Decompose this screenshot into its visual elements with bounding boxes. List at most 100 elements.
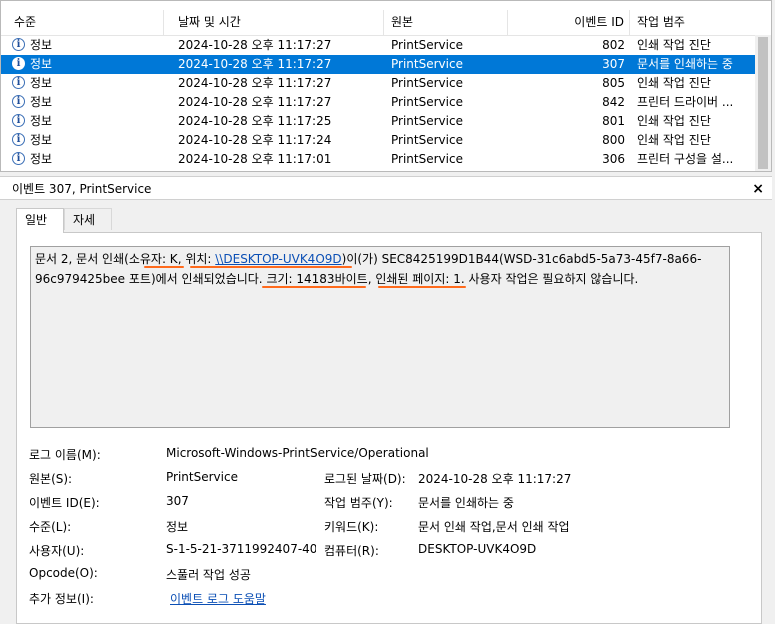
source-value[interactable]: PrintService [166,470,316,484]
cell-task-category: 인쇄 작업 진단 [637,76,711,90]
message-line-1: 문서 2, 문서 인쇄(소유자: K, 위치: \\DESKTOP-UVK4O9… [35,249,701,269]
user-label: 사용자(U): [29,544,85,558]
event-row[interactable]: i 정보 2024-10-28 오후 11:17:25 PrintService 801… [1,112,755,131]
event-detail-title: 이벤트 307, PrintService [12,182,152,196]
cell-source: PrintService [391,133,463,147]
message-location-label: 위치: [185,252,216,266]
cell-task-category: 인쇄 작업 진단 [637,38,711,52]
cell-date: 2024-10-28 오후 11:17:25 [178,114,332,128]
opcode-value[interactable]: 스풀러 작업 성공 [166,566,466,583]
tab-details[interactable]: 자세히 [64,208,112,249]
cell-source: PrintService [391,152,463,166]
annotation-underline-owner [144,266,184,268]
task-category-label: 작업 범주(Y): [324,496,393,510]
cell-level: 정보 [30,38,53,52]
event-message-box[interactable]: 문서 2, 문서 인쇄(소유자: K, 위치: \\DESKTOP-UVK4O9… [30,246,730,428]
info-icon: i [12,38,25,51]
event-row[interactable]: i 정보 2024-10-28 오후 11:17:27 PrintService 307… [1,55,755,74]
cell-event-id: 801 [602,114,625,128]
cell-task-category: 인쇄 작업 진단 [637,133,711,147]
info-icon: i [12,95,25,108]
info-icon: i [12,57,25,70]
message-text: . 사용자 작업은 필요하지 않습니다. [460,272,639,286]
column-header-date[interactable]: 날짜 및 시간 [164,10,384,35]
message-text: )이(가) SEC8425199D1B44(WSD-31c6abd5-5a73-… [341,252,702,266]
list-scrollbar[interactable] [755,35,771,171]
cell-task-category: 프린터 드라이버 ... [637,95,734,109]
annotation-underline-pages [378,286,466,288]
cell-event-id: 802 [602,38,625,52]
cell-event-id: 800 [602,133,625,147]
annotation-underline-size [262,286,366,288]
opcode-label: Opcode(O): [29,566,98,580]
cell-date: 2024-10-28 오후 11:17:24 [178,133,332,147]
cell-source: PrintService [391,95,463,109]
event-row[interactable]: i 정보 2024-10-28 오후 11:17:27 PrintService 805… [1,74,755,93]
user-value[interactable]: S-1-5-21-3711992407-405 [166,542,316,556]
cell-task-category: 프린터 구성을 설... [637,152,734,166]
computer-label: 컴퓨터(R): [324,544,379,558]
log-name-value[interactable]: Microsoft-Windows-PrintService/Operation… [166,446,726,460]
cell-task-category: 문서를 인쇄하는 중 [637,57,733,71]
cell-task-category: 인쇄 작업 진단 [637,114,711,128]
tab-general[interactable]: 일반 [16,208,64,233]
column-header-event-id[interactable]: 이벤트 ID [508,10,630,35]
message-text: 문서 2, 문서 인쇄( [35,252,129,266]
cell-source: PrintService [391,76,463,90]
cell-event-id: 307 [602,57,625,71]
log-name-label: 로그 이름(M): [29,448,101,462]
help-link-text[interactable]: 이벤트 로그 도움말 [170,592,266,606]
keywords-label: 키워드(K): [324,520,379,534]
event-row[interactable]: i 정보 2024-10-28 오후 11:17:27 PrintService 802… [1,36,755,55]
message-location-link[interactable]: \\DESKTOP-UVK4O9D [215,252,341,266]
event-detail-header: 이벤트 307, PrintService × [0,176,772,200]
event-row[interactable]: i 정보 2024-10-28 오후 11:17:01 PrintService 306… [1,150,755,169]
close-icon[interactable]: × [752,177,764,201]
cell-level: 정보 [30,133,53,147]
level-value[interactable]: 정보 [166,518,316,535]
cell-date: 2024-10-28 오후 11:17:01 [178,152,332,166]
column-header-task-category[interactable]: 작업 범주 [630,10,771,35]
cell-event-id: 842 [602,95,625,109]
cell-level: 정보 [30,114,53,128]
cell-event-id: 306 [602,152,625,166]
message-pages: 인쇄된 페이지: 1 [375,272,461,286]
column-header-level[interactable]: 수준 [1,10,164,35]
cell-date: 2024-10-28 오후 11:17:27 [178,76,332,90]
level-label: 수준(L): [29,520,72,534]
cell-level: 정보 [30,152,53,166]
event-id-value[interactable]: 307 [166,494,316,508]
info-icon: i [12,133,25,146]
info-icon: i [12,114,25,127]
event-log-help-link[interactable]: 이벤트 로그 도움말 [170,590,470,607]
cell-source: PrintService [391,38,463,52]
cell-level: 정보 [30,76,53,90]
column-header-source[interactable]: 원본 [384,10,508,35]
cell-event-id: 805 [602,76,625,90]
cell-source: PrintService [391,57,463,71]
source-label: 원본(S): [29,472,73,486]
info-icon: i [12,152,25,165]
computer-value[interactable]: DESKTOP-UVK4O9D [418,542,718,556]
message-size: 크기: 14183바이트 [266,272,368,286]
cell-date: 2024-10-28 오후 11:17:27 [178,95,332,109]
event-list-header: 수준 날짜 및 시간 원본 이벤트 ID 작업 범주 [1,10,771,36]
message-owner: 소유자: K [128,252,178,266]
message-text: 96c979425bee 포트)에서 인쇄되었습니다. [35,272,267,286]
event-list[interactable]: 수준 날짜 및 시간 원본 이벤트 ID 작업 범주 i 정보 2024-10-28… [0,0,772,172]
info-icon: i [12,76,25,89]
scrollbar-thumb[interactable] [758,37,768,169]
event-row[interactable]: i 정보 2024-10-28 오후 11:17:27 PrintService 842… [1,93,755,112]
event-row[interactable]: i 정보 2024-10-28 오후 11:17:24 PrintService 800… [1,131,755,150]
cell-source: PrintService [391,114,463,128]
cell-date: 2024-10-28 오후 11:17:27 [178,57,332,71]
task-category-value[interactable]: 문서를 인쇄하는 중 [418,494,718,511]
logged-value[interactable]: 2024-10-28 오후 11:17:27 [418,470,718,487]
event-id-label: 이벤트 ID(E): [29,496,100,510]
cell-date: 2024-10-28 오후 11:17:27 [178,38,332,52]
cell-level: 정보 [30,57,53,71]
more-info-label: 추가 정보(I): [29,592,94,606]
cell-level: 정보 [30,95,53,109]
logged-label: 로그된 날짜(D): [324,472,406,486]
keywords-value[interactable]: 문서 인쇄 작업,문서 인쇄 작업 [418,518,718,535]
